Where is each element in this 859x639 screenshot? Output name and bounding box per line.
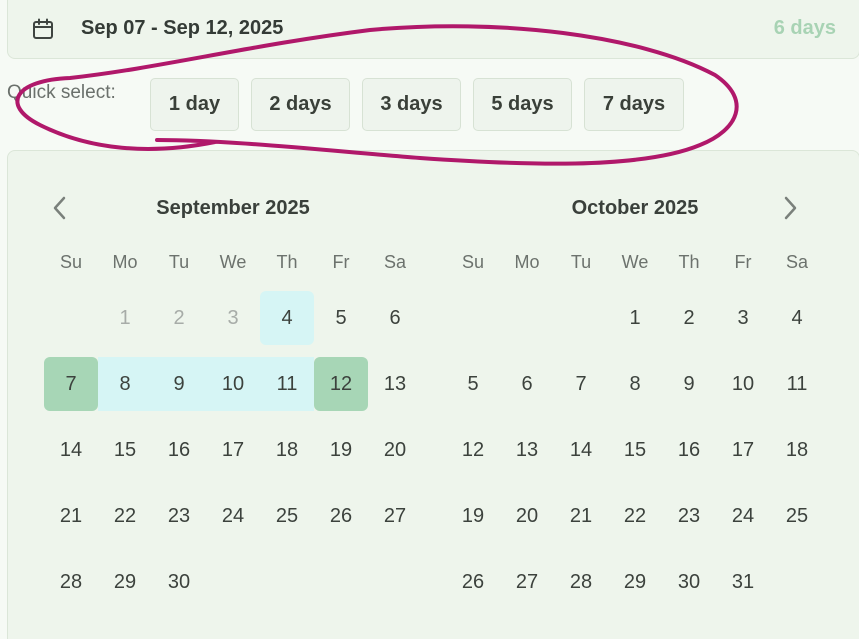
next-month-button[interactable] xyxy=(775,192,805,224)
calendar-day[interactable]: 25 xyxy=(260,489,314,543)
weekday-header: Tu xyxy=(570,252,592,272)
calendar-day[interactable]: 7 xyxy=(554,357,608,411)
calendar-day[interactable]: 9 xyxy=(662,357,716,411)
month-title-october: October 2025 xyxy=(571,197,699,219)
calendar-day[interactable]: 6 xyxy=(368,291,422,345)
calendar-day[interactable]: 9 xyxy=(152,357,206,411)
calendar-day[interactable]: 17 xyxy=(716,423,770,477)
calendar-day[interactable]: 12 xyxy=(314,357,368,411)
calendar-day[interactable]: 5 xyxy=(446,357,500,411)
weekday-header: Su xyxy=(461,252,485,272)
date-range-header[interactable]: Sep 07 - Sep 12, 2025 6 days xyxy=(7,0,859,59)
calendar-day[interactable]: 5 xyxy=(314,291,368,345)
month-title-september: September 2025 xyxy=(156,197,310,219)
chevron-right-icon xyxy=(784,196,797,220)
calendar-day[interactable]: 16 xyxy=(662,423,716,477)
weekday-header: Th xyxy=(276,252,298,272)
quick-select-label: Quick select: xyxy=(7,82,116,103)
previous-month-button[interactable] xyxy=(45,192,75,224)
calendar-day[interactable]: 15 xyxy=(98,423,152,477)
weekday-header: Su xyxy=(59,252,83,272)
calendar-day[interactable]: 8 xyxy=(98,357,152,411)
weekday-header: Sa xyxy=(785,252,809,272)
weekday-header: Fr xyxy=(332,252,350,272)
calendar-day[interactable]: 14 xyxy=(44,423,98,477)
calendar-day[interactable]: 18 xyxy=(260,423,314,477)
calendar-day[interactable]: 15 xyxy=(608,423,662,477)
calendar-day: 2 xyxy=(173,306,185,329)
calendar-day[interactable]: 28 xyxy=(44,555,98,609)
calendar-day[interactable]: 22 xyxy=(608,489,662,543)
date-range-picker: Sep 07 - Sep 12, 2025 6 days Quick selec… xyxy=(0,0,859,639)
calendar-day[interactable]: 19 xyxy=(446,489,500,543)
calendar-day[interactable]: 30 xyxy=(152,555,206,609)
weekday-header: Mo xyxy=(514,252,540,272)
calendar-day[interactable]: 4 xyxy=(770,291,824,345)
calendar-day[interactable]: 14 xyxy=(554,423,608,477)
selected-range-text: Sep 07 - Sep 12, 2025 xyxy=(81,17,284,39)
calendar-day[interactable]: 17 xyxy=(206,423,260,477)
quick-select-2-days-button[interactable]: 2 days xyxy=(251,78,350,131)
quick-select-3-days-button[interactable]: 3 days xyxy=(362,78,461,131)
weekday-header: Th xyxy=(678,252,700,272)
calendar-day[interactable]: 8 xyxy=(608,357,662,411)
calendar-day: 3 xyxy=(227,306,239,329)
calendar-day[interactable]: 12 xyxy=(446,423,500,477)
calendar-day[interactable]: 27 xyxy=(500,555,554,609)
calendar-day[interactable]: 20 xyxy=(500,489,554,543)
calendar-day[interactable]: 26 xyxy=(314,489,368,543)
calendar-day[interactable]: 4 xyxy=(260,291,314,345)
calendar-icon xyxy=(33,18,53,39)
weekday-header: We xyxy=(621,252,649,272)
calendar-day[interactable]: 13 xyxy=(368,357,422,411)
weekday-header: We xyxy=(219,252,247,272)
calendar-day[interactable]: 29 xyxy=(98,555,152,609)
calendar-day[interactable]: 25 xyxy=(770,489,824,543)
weekday-header: Tu xyxy=(168,252,190,272)
calendar-day[interactable]: 19 xyxy=(314,423,368,477)
calendar-day[interactable]: 29 xyxy=(608,555,662,609)
weekday-header: Mo xyxy=(112,252,138,272)
calendar-day[interactable]: 26 xyxy=(446,555,500,609)
calendar-day[interactable]: 18 xyxy=(770,423,824,477)
calendar-day[interactable]: 11 xyxy=(260,357,314,411)
calendar-day[interactable]: 13 xyxy=(500,423,554,477)
calendar-day[interactable]: 2 xyxy=(662,291,716,345)
calendar-day[interactable]: 21 xyxy=(44,489,98,543)
calendar-day[interactable]: 30 xyxy=(662,555,716,609)
weekday-header: Fr xyxy=(734,252,752,272)
calendar-day[interactable]: 22 xyxy=(98,489,152,543)
calendar-day[interactable]: 21 xyxy=(554,489,608,543)
chevron-left-icon xyxy=(53,196,66,220)
calendar-day: 1 xyxy=(119,306,131,329)
calendar-day[interactable]: 3 xyxy=(716,291,770,345)
calendar-day[interactable]: 23 xyxy=(152,489,206,543)
calendar-day[interactable]: 11 xyxy=(770,357,824,411)
range-days-count: 6 days xyxy=(773,17,836,39)
calendar-day[interactable]: 10 xyxy=(716,357,770,411)
calendar-day[interactable]: 6 xyxy=(500,357,554,411)
weekday-header: Sa xyxy=(383,252,407,272)
calendar-day[interactable]: 1 xyxy=(608,291,662,345)
calendar-day[interactable]: 28 xyxy=(554,555,608,609)
calendar-day[interactable]: 24 xyxy=(716,489,770,543)
calendar-day[interactable]: 7 xyxy=(44,357,98,411)
calendar-day[interactable]: 16 xyxy=(152,423,206,477)
quick-select-5-days-button[interactable]: 5 days xyxy=(473,78,572,131)
calendar-day[interactable]: 24 xyxy=(206,489,260,543)
calendar-day[interactable]: 20 xyxy=(368,423,422,477)
calendar-day[interactable]: 31 xyxy=(716,555,770,609)
calendar-day[interactable]: 23 xyxy=(662,489,716,543)
quick-select-7-days-button[interactable]: 7 days xyxy=(584,78,684,131)
quick-select-1-day-button[interactable]: 1 day xyxy=(150,78,239,131)
calendar-day[interactable]: 10 xyxy=(206,357,260,411)
calendar-day[interactable]: 27 xyxy=(368,489,422,543)
